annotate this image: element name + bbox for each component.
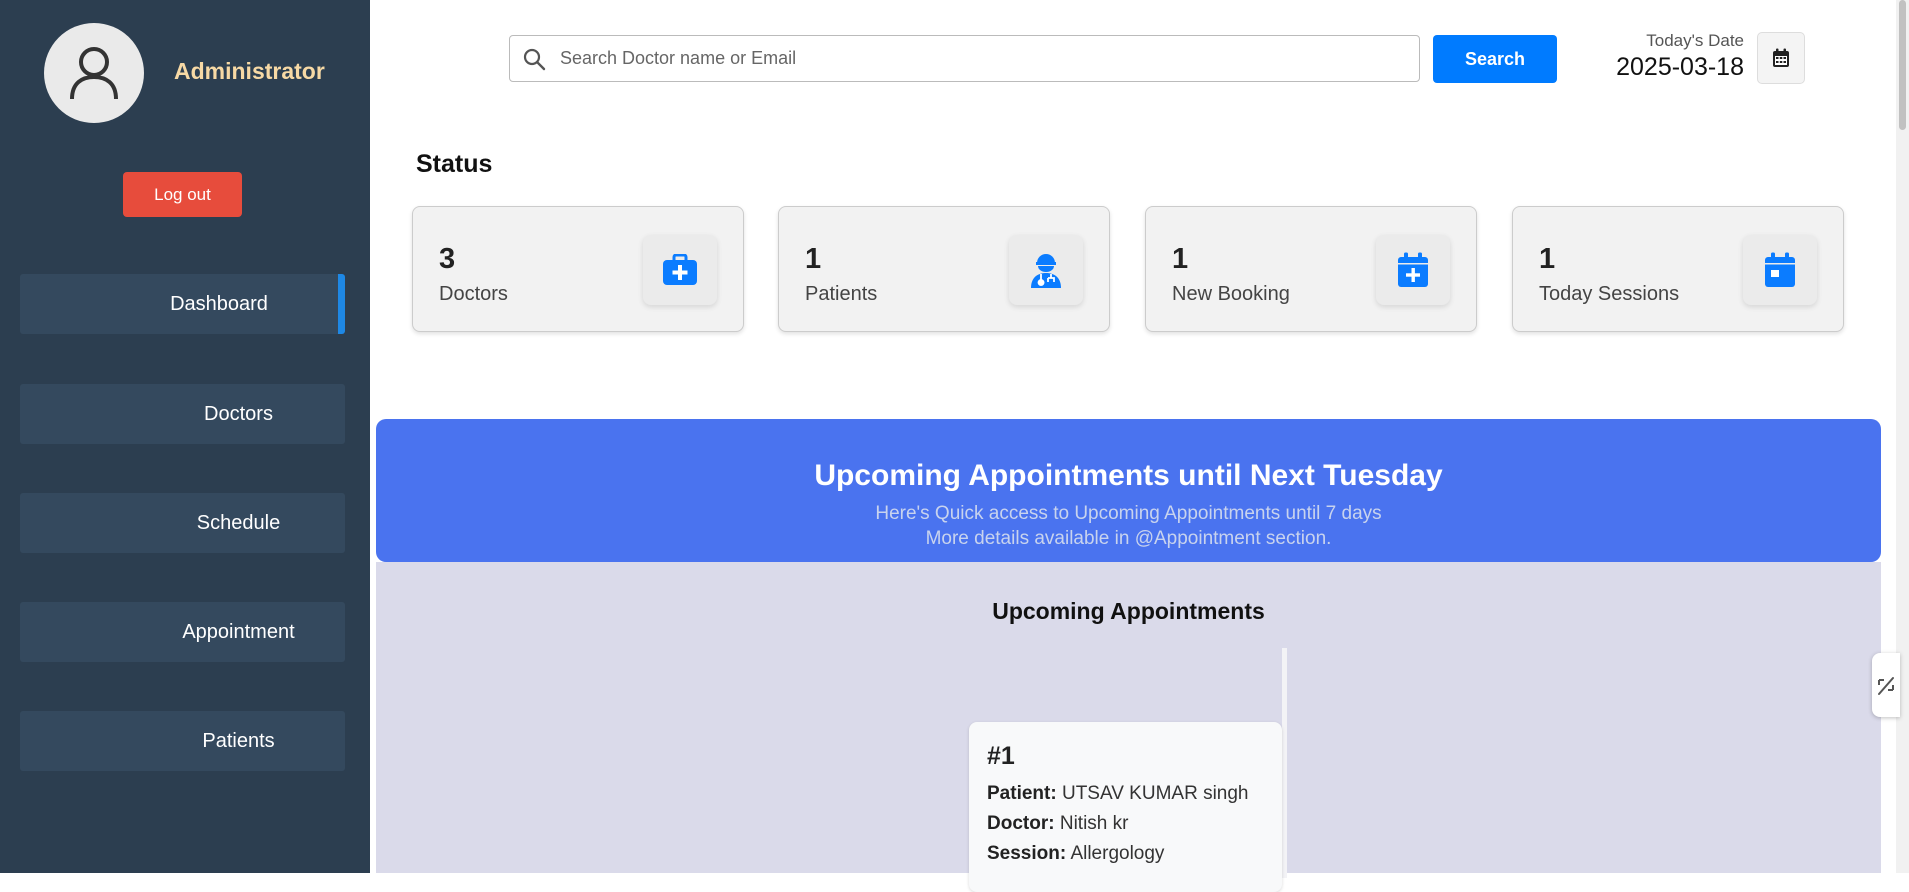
stat-value: 1	[1172, 243, 1189, 275]
sidebar-item-appointment[interactable]: Appointment	[20, 602, 345, 662]
date-value: 2025-03-18	[1616, 53, 1744, 81]
search-box	[509, 35, 1420, 82]
search-input[interactable]	[558, 47, 1419, 70]
search-button[interactable]: Search	[1433, 35, 1557, 83]
stat-label: New Booking	[1172, 283, 1290, 305]
stat-value: 1	[805, 243, 822, 275]
appointment-session: Session: Allergology	[987, 839, 1264, 869]
session-name: Allergology	[1070, 843, 1165, 864]
banner-title: Upcoming Appointments until Next Tuesday	[814, 459, 1443, 492]
stat-card-doctors: 3 Doctors	[412, 206, 744, 332]
calendar-button[interactable]	[1757, 32, 1805, 84]
admin-name: Administrator	[174, 58, 325, 84]
sidebar-item-patients[interactable]: Patients	[20, 711, 345, 771]
field-label: Session:	[987, 843, 1067, 864]
sidebar: Administrator Log out Dashboard Doctors …	[0, 0, 370, 873]
user-icon	[70, 47, 118, 100]
calendar-day-icon	[1743, 235, 1817, 305]
calendar-plus-icon	[1376, 235, 1450, 305]
stat-card-patients: 1 Patients	[778, 206, 1110, 332]
appointment-number: #1	[987, 742, 1015, 770]
stat-value: 3	[439, 243, 456, 275]
doctor-name: Nitish kr	[1059, 813, 1129, 834]
stat-value: 1	[1539, 243, 1556, 275]
sidebar-item-schedule[interactable]: Schedule	[20, 493, 345, 553]
banner-subtitle: Here's Quick access to Upcoming Appointm…	[376, 501, 1881, 551]
appointments-title: Upcoming Appointments	[992, 598, 1265, 624]
expand-icon	[1878, 677, 1894, 695]
banner-subtitle-line: Here's Quick access to Upcoming Appointm…	[875, 503, 1382, 524]
logout-button[interactable]: Log out	[123, 172, 242, 217]
avatar	[44, 23, 144, 123]
sidebar-item-label: Appointment	[182, 620, 295, 643]
scrollbar-thumb[interactable]	[1899, 0, 1906, 130]
appointments-section: Upcoming Appointments #1 Patient: UTSAV …	[376, 562, 1881, 892]
field-label: Patient:	[987, 783, 1057, 804]
calendar-icon	[1773, 48, 1789, 67]
status-title: Status	[416, 150, 493, 178]
timeline-line	[1282, 648, 1287, 878]
stat-label: Patients	[805, 283, 878, 305]
sidebar-item-dashboard[interactable]: Dashboard	[20, 274, 345, 334]
stat-card-today-sessions: 1 Today Sessions	[1512, 206, 1844, 332]
patient-icon	[1009, 235, 1083, 305]
appointment-patient: Patient: UTSAV KUMAR singh	[987, 779, 1264, 809]
side-panel-toggle[interactable]	[1872, 653, 1900, 717]
medical-kit-icon	[643, 235, 717, 305]
appointment-doctor: Doctor: Nitish kr	[987, 809, 1264, 839]
sidebar-item-label: Schedule	[196, 511, 281, 534]
patient-name: UTSAV KUMAR singh	[1061, 783, 1249, 804]
date-label: Today's Date	[1646, 31, 1744, 50]
sidebar-item-label: Patients	[202, 729, 275, 752]
stat-card-new-booking: 1 New Booking	[1145, 206, 1477, 332]
banner-subtitle-line: More details available in @Appointment s…	[925, 528, 1332, 549]
sidebar-item-label: Doctors	[204, 402, 273, 425]
sidebar-item-label: Dashboard	[170, 292, 268, 315]
scrollbar-track[interactable]	[1896, 0, 1909, 873]
appointment-card[interactable]: #1 Patient: UTSAV KUMAR singh Doctor: Ni…	[969, 722, 1282, 892]
stat-label: Doctors	[439, 283, 508, 305]
field-label: Doctor:	[987, 813, 1055, 834]
stat-label: Today Sessions	[1539, 283, 1680, 305]
upcoming-banner: Upcoming Appointments until Next Tuesday…	[376, 419, 1881, 562]
sidebar-item-doctors[interactable]: Doctors	[20, 384, 345, 444]
search-icon	[510, 47, 558, 71]
